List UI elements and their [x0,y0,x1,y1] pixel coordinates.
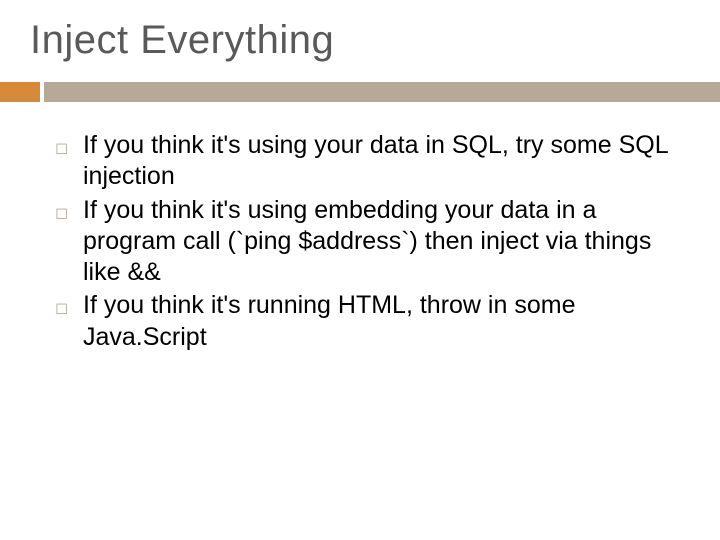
slide-title: Inject Everything [30,18,334,63]
list-item: ◻ If you think it's running HTML, throw … [55,290,680,353]
accent-bar-orange [0,82,40,102]
bullet-icon: ◻ [55,290,83,326]
bullet-icon: ◻ [55,195,83,231]
list-item: ◻ If you think it's using your data in S… [55,130,680,193]
bullet-icon: ◻ [55,130,83,166]
list-item: ◻ If you think it's using embedding your… [55,195,680,289]
bullet-text: If you think it's using your data in SQL… [83,130,680,193]
accent-bar [0,82,720,102]
slide: Inject Everything ◻ If you think it's us… [0,0,720,540]
bullet-text: If you think it's using embedding your d… [83,195,680,289]
bullet-text: If you think it's running HTML, throw in… [83,290,680,353]
content-area: ◻ If you think it's using your data in S… [55,130,680,355]
accent-bar-gray [44,82,720,102]
